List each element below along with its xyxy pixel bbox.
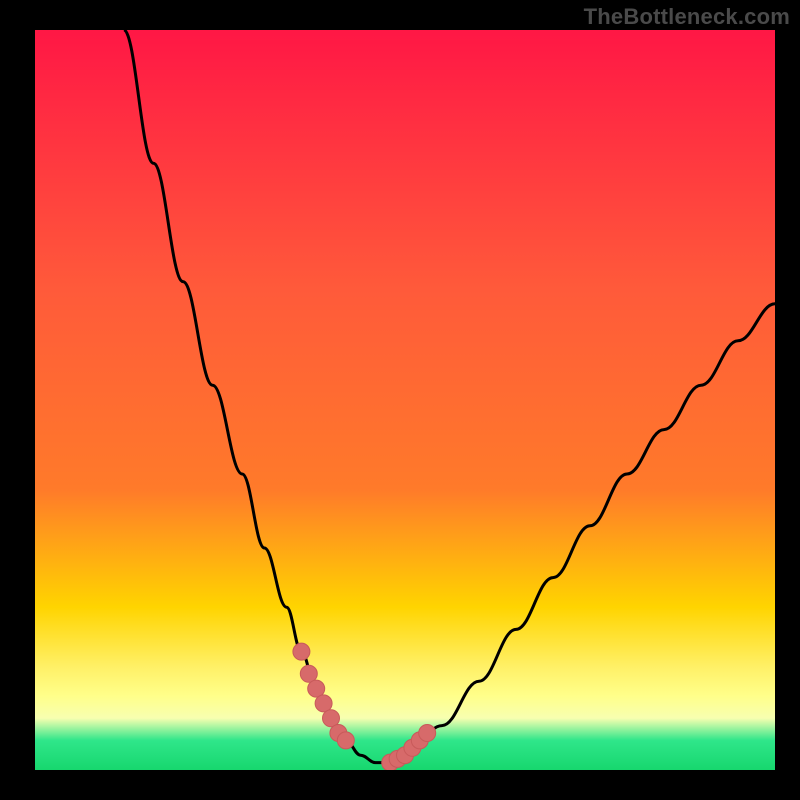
highlight-dot (293, 643, 310, 660)
highlight-dot (419, 725, 436, 742)
highlight-dot (337, 732, 354, 749)
watermark-text: TheBottleneck.com (584, 4, 790, 30)
bottleneck-chart (0, 0, 800, 800)
chart-stage: TheBottleneck.com (0, 0, 800, 800)
